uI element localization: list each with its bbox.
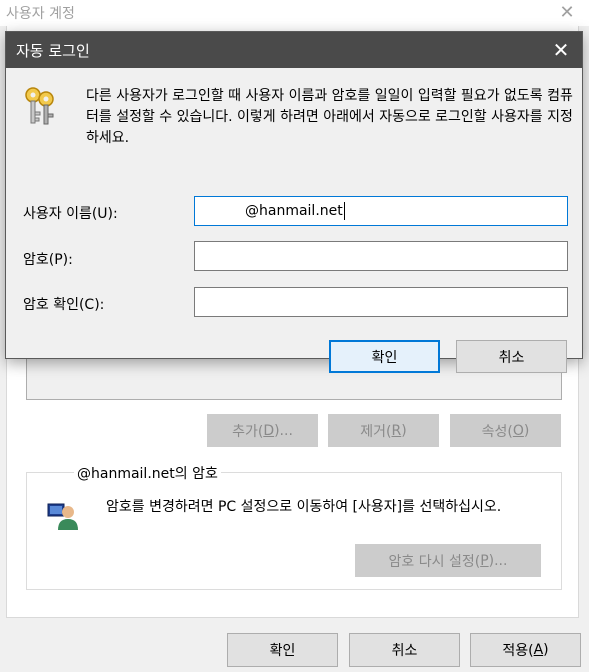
confirm-password-label: 암호 확인(C): bbox=[23, 297, 105, 313]
dialog-body: 다른 사용자가 로그인할 때 사용자 이름과 암호를 일일이 입력할 필요가 없… bbox=[6, 68, 582, 373]
password-group-legend: @hanmail.net의 암호 bbox=[74, 463, 221, 483]
apply-button[interactable]: 적용(A) bbox=[470, 633, 581, 667]
remove-button[interactable]: 제거(R) bbox=[328, 414, 439, 447]
bg-title-bar: 사용자 계정 ✕ bbox=[0, 0, 589, 26]
dialog-close-icon[interactable]: ✕ bbox=[548, 37, 574, 63]
password-field[interactable] bbox=[194, 241, 568, 271]
auto-logon-dialog: 자동 로그인 ✕ 다른 사용자가 로그인할 때 사용자 이름과 암호를 일일이 … bbox=[5, 31, 583, 373]
dialog-title: 자동 로그인 bbox=[16, 42, 90, 60]
dialog-description: 다른 사용자가 로그인할 때 사용자 이름과 암호를 일일이 입력할 필요가 없… bbox=[86, 88, 573, 146]
user-account-icon bbox=[46, 498, 80, 532]
keys-icon bbox=[23, 86, 57, 126]
text-caret bbox=[343, 202, 345, 220]
username-field[interactable]: @hanmail.net bbox=[194, 196, 568, 226]
confirm-password-field[interactable] bbox=[194, 287, 568, 317]
password-instructions: 암호를 변경하려면 PC 설정으로 이동하여 [사용자]를 선택하십시오. bbox=[106, 499, 502, 515]
dialog-ok-button[interactable]: 확인 bbox=[329, 340, 440, 373]
properties-button[interactable]: 속성(O) bbox=[450, 414, 561, 447]
bg-ok-button[interactable]: 확인 bbox=[227, 633, 338, 667]
bg-window-title: 사용자 계정 bbox=[6, 6, 75, 22]
password-label: 암호(P): bbox=[23, 252, 73, 268]
dialog-cancel-button[interactable]: 취소 bbox=[456, 340, 567, 373]
bg-close-icon[interactable]: ✕ bbox=[557, 2, 577, 23]
bg-cancel-button[interactable]: 취소 bbox=[349, 633, 460, 667]
add-button[interactable]: 추가(D)... bbox=[207, 414, 318, 447]
reset-password-button[interactable]: 암호 다시 설정(P)... bbox=[355, 544, 541, 577]
dialog-title-bar[interactable]: 자동 로그인 ✕ bbox=[6, 32, 582, 68]
username-label: 사용자 이름(U): bbox=[23, 206, 118, 222]
